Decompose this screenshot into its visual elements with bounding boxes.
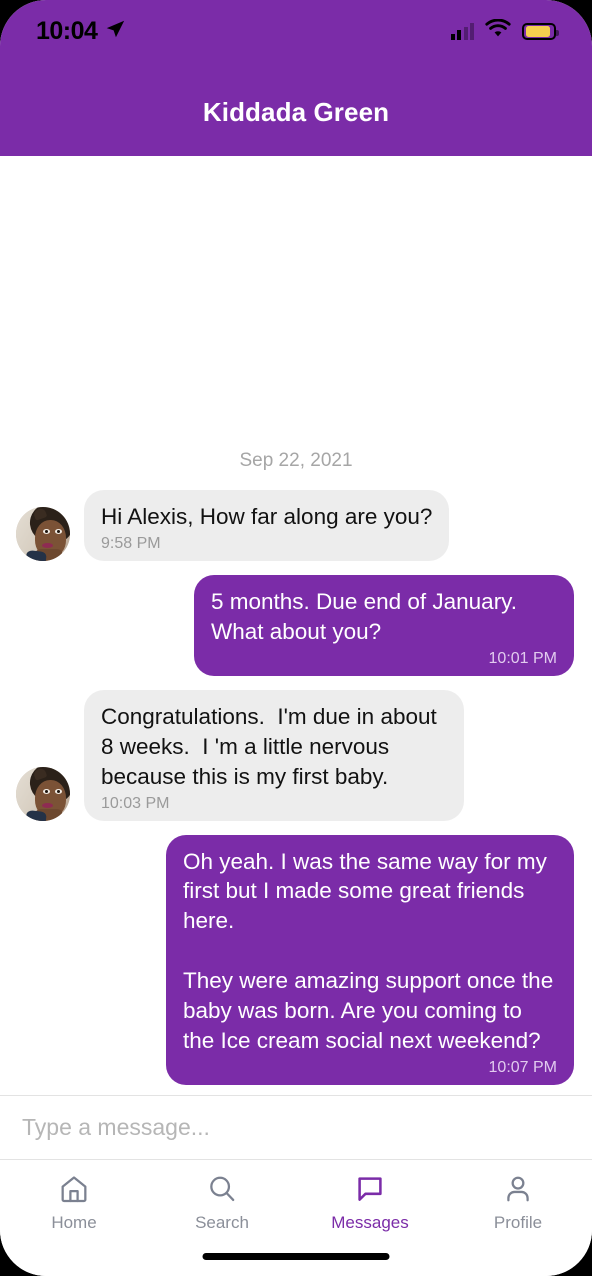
home-indicator xyxy=(202,1253,390,1260)
battery-icon xyxy=(522,22,559,40)
message-bubble-icon xyxy=(353,1172,387,1206)
status-bar-right xyxy=(450,18,559,43)
tab-profile[interactable]: Profile xyxy=(444,1160,592,1276)
status-bar-clock: 10:04 xyxy=(36,16,98,45)
message-text: 5 months. Due end of January. What about… xyxy=(211,588,524,644)
tab-label: Messages xyxy=(331,1213,409,1232)
message-text: Congratulations. I'm due in about 8 week… xyxy=(101,703,444,789)
message-bubble[interactable]: Congratulations. I'm due in about 8 week… xyxy=(84,689,464,821)
avatar xyxy=(16,506,70,561)
message-input[interactable] xyxy=(22,1114,570,1141)
message-row-incoming[interactable]: Hi Alexis, How far along are you? 9:58 P… xyxy=(0,490,592,561)
tab-label: Search xyxy=(195,1213,249,1232)
message-bubble[interactable]: Hi Alexis, How far along are you? 9:58 P… xyxy=(84,490,450,561)
message-row-incoming[interactable]: Congratulations. I'm due in about 8 week… xyxy=(0,689,592,821)
cellular-signal-icon xyxy=(450,22,474,40)
home-icon xyxy=(57,1172,91,1206)
status-bar: 10:04 xyxy=(0,0,592,62)
avatar xyxy=(16,766,70,821)
tab-label: Profile xyxy=(493,1213,543,1232)
message-bubble[interactable]: Oh yeah. I was the same way for my first… xyxy=(166,834,574,1085)
message-row-outgoing[interactable]: Oh yeah. I was the same way for my first… xyxy=(0,834,592,1085)
message-timestamp: 9:58 PM xyxy=(101,534,161,552)
tab-home[interactable]: Home xyxy=(0,1160,148,1276)
message-text: Oh yeah. I was the same way for my first… xyxy=(183,848,554,1054)
message-timestamp: 10:01 PM xyxy=(488,649,557,667)
message-composer[interactable] xyxy=(0,1095,592,1160)
message-bubble[interactable]: 5 months. Due end of January. What about… xyxy=(194,574,574,676)
message-timestamp: 10:03 PM xyxy=(101,794,170,812)
message-timestamp: 10:07 PM xyxy=(488,1059,557,1076)
status-bar-left: 10:04 xyxy=(36,17,126,46)
person-icon xyxy=(501,1172,535,1206)
phone-screen: 10:04 Kiddada Green Sep 22, 2021 Hi Alex… xyxy=(0,0,592,1276)
message-text: Hi Alexis, How far along are you? xyxy=(101,504,433,530)
page-title: Kiddada Green xyxy=(202,97,390,127)
search-icon xyxy=(205,1172,239,1206)
message-row-outgoing[interactable]: 5 months. Due end of January. What about… xyxy=(0,574,592,676)
location-arrow-icon xyxy=(104,18,126,45)
message-list[interactable]: Sep 22, 2021 Hi Alexis, How far along ar… xyxy=(0,156,592,1095)
app-header: 10:04 Kiddada Green xyxy=(0,0,592,156)
tab-label: Home xyxy=(51,1213,97,1232)
wifi-icon xyxy=(485,18,511,43)
date-separator: Sep 22, 2021 xyxy=(239,450,353,472)
